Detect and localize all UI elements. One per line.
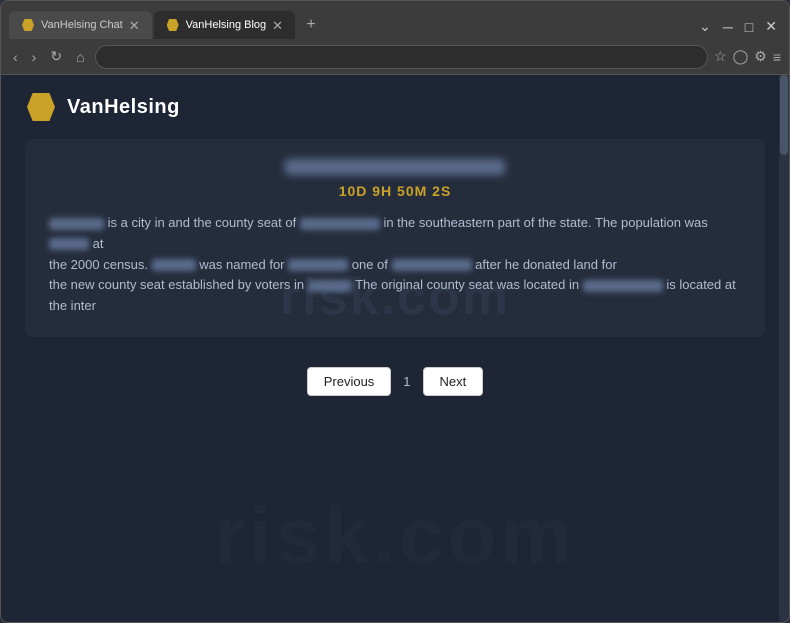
dropdown-icon[interactable]: ⌄ <box>695 16 715 37</box>
extensions-icon[interactable]: ⚙ <box>754 48 767 65</box>
minimize-icon[interactable]: ─ <box>719 17 737 37</box>
tab-vanhelsing-chat[interactable]: VanHelsing Chat ✕ <box>9 11 152 39</box>
blurred-title <box>285 159 505 175</box>
menu-icon[interactable]: ≡ <box>773 49 781 65</box>
redacted-5 <box>288 259 348 271</box>
refresh-button[interactable]: ↻ <box>46 46 66 67</box>
shield-icon[interactable]: ◯ <box>733 48 749 65</box>
address-right-icons: ☆ ◯ ⚙ ≡ <box>714 48 781 65</box>
forward-button[interactable]: › <box>28 47 41 67</box>
site-title: VanHelsing <box>67 96 180 119</box>
article-line-2: the 2000 census. was named for one of af… <box>49 255 741 276</box>
address-bar: ‹ › ↻ ⌂ ☆ ◯ ⚙ ≡ <box>1 39 789 75</box>
redacted-4 <box>152 259 196 271</box>
home-button[interactable]: ⌂ <box>72 47 88 67</box>
current-page: 1 <box>399 374 414 389</box>
site-logo <box>25 91 57 123</box>
bookmark-icon[interactable]: ☆ <box>714 48 727 65</box>
new-tab-button[interactable]: + <box>297 11 325 39</box>
redacted-3 <box>49 238 89 250</box>
browser-frame: VanHelsing Chat ✕ VanHelsing Blog ✕ + ⌄ … <box>0 0 790 623</box>
tab-favicon-2 <box>166 18 180 32</box>
back-button[interactable]: ‹ <box>9 47 22 67</box>
next-button[interactable]: Next <box>423 367 484 396</box>
tab-favicon-1 <box>21 18 35 32</box>
article-line-1: is a city in and the county seat of in t… <box>49 213 741 255</box>
maximize-icon[interactable]: □ <box>741 17 757 37</box>
tab-close-2[interactable]: ✕ <box>272 19 283 32</box>
tab-label-1: VanHelsing Chat <box>41 19 123 31</box>
bg-watermark: risk.com <box>214 490 575 582</box>
main-card: 10D 9H 50M 2S is a city in and the count… <box>25 139 765 337</box>
pagination: Previous 1 Next <box>1 359 789 404</box>
article-text: is a city in and the county seat of in t… <box>49 213 741 317</box>
tab-label-2: VanHelsing Blog <box>186 19 267 31</box>
scrollbar-thumb[interactable] <box>780 75 788 155</box>
logo-shape <box>27 93 55 121</box>
redacted-6 <box>392 259 472 271</box>
redacted-1 <box>49 218 104 230</box>
page-content: VanHelsing 10D 9H 50M 2S is a city in an… <box>1 75 789 622</box>
redacted-7 <box>308 280 352 292</box>
article-line-3: the new county seat established by voter… <box>49 275 741 317</box>
address-input[interactable] <box>95 45 708 69</box>
tab-vanhelsing-blog[interactable]: VanHelsing Blog ✕ <box>154 11 295 39</box>
redacted-2 <box>300 218 380 230</box>
close-window-icon[interactable]: ✕ <box>761 16 781 37</box>
scrollbar[interactable] <box>779 75 789 622</box>
previous-button[interactable]: Previous <box>307 367 392 396</box>
tab-bar: VanHelsing Chat ✕ VanHelsing Blog ✕ + ⌄ … <box>1 1 789 39</box>
tab-right-controls: ⌄ ─ □ ✕ <box>695 16 781 39</box>
site-header: VanHelsing <box>1 75 789 131</box>
countdown-timer: 10D 9H 50M 2S <box>49 183 741 199</box>
redacted-8 <box>583 280 663 292</box>
tab-close-1[interactable]: ✕ <box>129 19 140 32</box>
blurred-header <box>49 159 741 177</box>
